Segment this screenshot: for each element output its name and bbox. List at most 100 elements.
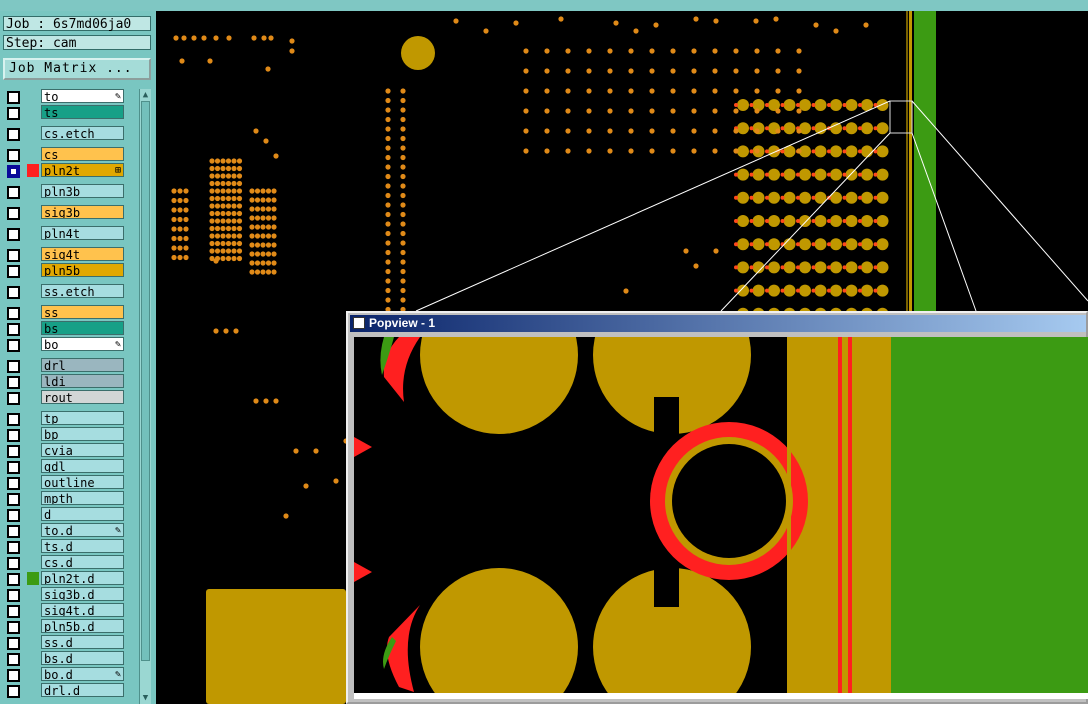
layer-checkbox[interactable] [7, 323, 20, 336]
layer-checkbox[interactable] [7, 107, 20, 120]
layer-name[interactable]: ldi [41, 374, 124, 388]
layer-checkbox[interactable] [7, 339, 20, 352]
layer-name[interactable]: sig3b.d [41, 587, 124, 601]
layer-checkbox[interactable] [7, 653, 20, 666]
layer-row-ts-d[interactable]: ts.d [3, 539, 126, 554]
layer-checkbox[interactable] [7, 149, 20, 162]
layer-row-cs-etch[interactable]: cs.etch [3, 126, 126, 141]
layer-row-ldi[interactable]: ldi [3, 374, 126, 389]
job-matrix-button[interactable]: Job Matrix ... [3, 58, 151, 80]
layer-row-bo[interactable]: bo ✎ [3, 337, 126, 352]
layer-name[interactable]: d [41, 507, 124, 521]
layer-row-cvia[interactable]: cvia [3, 443, 126, 458]
layer-name[interactable]: ts [41, 105, 124, 119]
layer-checkbox[interactable] [7, 360, 20, 373]
layer-row-rout[interactable]: rout [3, 390, 126, 405]
layer-row-bo-d[interactable]: bo.d ✎ [3, 667, 126, 682]
layer-row-cs-d[interactable]: cs.d [3, 555, 126, 570]
layer-row-ts[interactable]: ts [3, 105, 126, 120]
layer-row-bs-d[interactable]: bs.d [3, 651, 126, 666]
layer-checkbox[interactable] [7, 265, 20, 278]
layer-row-pln2t-d[interactable]: pln2t.d [3, 571, 126, 586]
layer-name[interactable]: mpth [41, 491, 124, 505]
layer-checkbox[interactable] [7, 128, 20, 141]
layer-checkbox[interactable] [7, 186, 20, 199]
layer-name[interactable]: ss [41, 305, 124, 319]
layer-checkbox[interactable] [7, 461, 20, 474]
layer-row-drl-d[interactable]: drl.d [3, 683, 126, 698]
layer-name[interactable]: bo.d ✎ [41, 667, 124, 681]
layer-name[interactable]: ss.d [41, 635, 124, 649]
layer-row-sig3b[interactable]: sig3b [3, 205, 126, 220]
layer-name[interactable]: rout [41, 390, 124, 404]
layer-name[interactable]: drl.d [41, 683, 124, 697]
layer-checkbox[interactable] [7, 286, 20, 299]
layer-checkbox[interactable] [7, 493, 20, 506]
layer-name[interactable]: outline [41, 475, 124, 489]
layer-row-bs[interactable]: bs [3, 321, 126, 336]
layer-row-ss-etch[interactable]: ss.etch [3, 284, 126, 299]
layer-row-tp[interactable]: tp [3, 411, 126, 426]
layer-name[interactable]: tp [41, 411, 124, 425]
layer-name[interactable]: pln4t [41, 226, 124, 240]
layer-checkbox[interactable] [7, 637, 20, 650]
layer-row-sig4t-d[interactable]: sig4t.d [3, 603, 126, 618]
layer-name[interactable]: bp [41, 427, 124, 441]
layer-checkbox[interactable] [7, 392, 20, 405]
layer-name[interactable]: cs.d [41, 555, 124, 569]
layer-row-drl[interactable]: drl [3, 358, 126, 373]
layer-name[interactable]: cs.etch [41, 126, 124, 140]
layer-row-d[interactable]: d [3, 507, 126, 522]
layer-name[interactable]: bs.d [41, 651, 124, 665]
layer-checkbox[interactable] [7, 669, 20, 682]
layer-checkbox[interactable] [7, 91, 20, 104]
layer-checkbox[interactable] [7, 589, 20, 602]
layer-row-sig4t[interactable]: sig4t [3, 247, 126, 262]
layer-name[interactable]: pln2t ⊞ [41, 163, 124, 177]
layer-name[interactable]: bs [41, 321, 124, 335]
layer-checkbox[interactable] [7, 376, 20, 389]
layer-row-pln5b[interactable]: pln5b [3, 263, 126, 278]
layer-checkbox[interactable] [7, 429, 20, 442]
scroll-up-icon[interactable]: ▲ [141, 90, 150, 100]
layer-checkbox[interactable] [7, 685, 20, 698]
layer-row-pln2t[interactable]: pln2t ⊞ [3, 163, 126, 178]
layer-checkbox[interactable] [7, 165, 20, 178]
layer-checkbox[interactable] [7, 445, 20, 458]
layer-name[interactable]: sig3b [41, 205, 124, 219]
layer-row-outline[interactable]: outline [3, 475, 126, 490]
layer-row-bp[interactable]: bp [3, 427, 126, 442]
layer-name[interactable]: to ✎ [41, 89, 124, 103]
layer-name[interactable]: ss.etch [41, 284, 124, 298]
layer-name[interactable]: ts.d [41, 539, 124, 553]
layer-name[interactable]: sig4t [41, 247, 124, 261]
popview-canvas[interactable] [354, 337, 1088, 699]
layer-row-to[interactable]: to ✎ [3, 89, 126, 104]
layer-name[interactable]: sig4t.d [41, 603, 124, 617]
layer-row-mpth[interactable]: mpth [3, 491, 126, 506]
layer-row-pln4t[interactable]: pln4t [3, 226, 126, 241]
popview-window[interactable]: Popview - 1 [346, 311, 1088, 704]
layer-checkbox[interactable] [7, 525, 20, 538]
scrollbar-thumb[interactable] [141, 101, 150, 661]
layer-row-to-d[interactable]: to.d ✎ [3, 523, 126, 538]
layer-row-pln5b-d[interactable]: pln5b.d [3, 619, 126, 634]
layer-name[interactable]: pln3b [41, 184, 124, 198]
layer-name[interactable]: to.d ✎ [41, 523, 124, 537]
layer-checkbox[interactable] [7, 621, 20, 634]
layer-name[interactable]: cvia [41, 443, 124, 457]
layer-row-sig3b-d[interactable]: sig3b.d [3, 587, 126, 602]
layer-row-ss[interactable]: ss [3, 305, 126, 320]
layer-checkbox[interactable] [7, 557, 20, 570]
layer-checkbox[interactable] [7, 541, 20, 554]
layer-name[interactable]: pln5b.d [41, 619, 124, 633]
layer-name[interactable]: pln5b [41, 263, 124, 277]
layer-name[interactable]: gdl [41, 459, 124, 473]
layer-checkbox[interactable] [7, 477, 20, 490]
layer-name[interactable]: bo ✎ [41, 337, 124, 351]
layer-row-pln3b[interactable]: pln3b [3, 184, 126, 199]
layer-checkbox[interactable] [7, 573, 20, 586]
layer-row-ss-d[interactable]: ss.d [3, 635, 126, 650]
layer-checkbox[interactable] [7, 207, 20, 220]
popview-title-bar[interactable]: Popview - 1 [350, 315, 1086, 332]
